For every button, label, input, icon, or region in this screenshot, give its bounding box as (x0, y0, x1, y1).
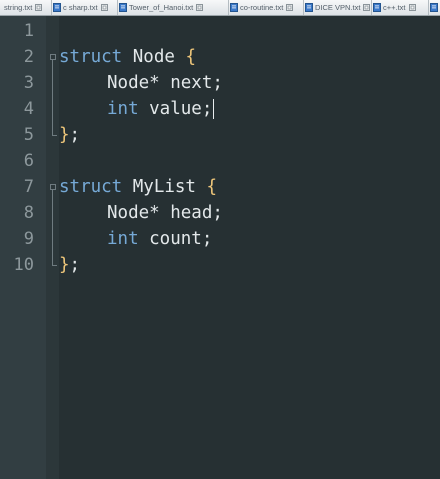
fold-toggle-icon[interactable] (50, 54, 56, 60)
tab-label: c sharp.txt (63, 3, 98, 12)
code-token: Node* head; (107, 203, 223, 223)
tab-label: Tower_of_Hanoi.txt (129, 3, 194, 12)
code-token: } (59, 125, 70, 145)
close-icon[interactable] (408, 4, 416, 11)
code-line: }; (59, 252, 80, 278)
tab-bar: string.txt c sharp.txt Tower_of_Hanoi.tx… (0, 0, 440, 16)
close-icon[interactable] (196, 4, 204, 11)
code-token: struct (59, 47, 123, 67)
line-number: 10 (13, 255, 34, 275)
fold-end-marker (52, 265, 57, 266)
tab-partial[interactable] (429, 0, 440, 15)
close-icon[interactable] (286, 4, 294, 11)
tab-string[interactable]: string.txt (0, 0, 52, 15)
code-token: value; (138, 99, 213, 119)
text-file-icon (305, 3, 313, 12)
code-token: ; (69, 125, 81, 145)
close-icon[interactable] (35, 4, 43, 11)
code-line: Node* head; (59, 200, 223, 226)
code-token: } (59, 255, 70, 275)
code-area[interactable]: struct Node { Node* next; int value;}; stru… (59, 16, 440, 479)
line-number: 7 (23, 177, 34, 197)
text-editor-window: string.txt c sharp.txt Tower_of_Hanoi.tx… (0, 0, 440, 479)
fold-toggle-icon[interactable] (50, 184, 56, 190)
text-file-icon (373, 3, 381, 12)
tab-label: DICE VPN.txt (315, 3, 361, 12)
code-token: Node* next; (107, 73, 223, 93)
code-editor[interactable]: 1 2 3 4 5 6 7 8 9 10 struct Node { Node* next; int … (0, 16, 440, 479)
tab-label: c++.txt (383, 3, 406, 12)
line-number: 3 (23, 73, 34, 93)
code-line: Node* next; (59, 70, 223, 96)
tab-label: string.txt (4, 3, 33, 12)
tab-label: co-routine.txt (240, 3, 284, 12)
code-line: int count; (59, 226, 212, 252)
code-token: { (185, 47, 196, 67)
line-number: 5 (23, 125, 34, 145)
close-icon[interactable] (100, 4, 108, 11)
fold-margin (46, 16, 59, 479)
text-file-icon (119, 3, 127, 12)
code-token: int (107, 229, 139, 249)
code-token: count; (138, 229, 213, 249)
tab-c-sharp[interactable]: c sharp.txt (52, 0, 118, 15)
line-number: 2 (23, 47, 34, 67)
code-line: }; (59, 122, 80, 148)
line-number-gutter: 1 2 3 4 5 6 7 8 9 10 (0, 16, 46, 479)
code-token: ; (69, 255, 81, 275)
line-number: 4 (23, 99, 34, 119)
fold-guide (52, 190, 53, 265)
code-line: struct Node { (59, 44, 196, 70)
text-file-icon (53, 3, 61, 12)
tab-dice-vpn[interactable]: DICE VPN.txt (304, 0, 372, 15)
text-cursor (213, 99, 214, 119)
fold-guide (52, 60, 53, 135)
code-token: MyList (122, 177, 207, 197)
tab-tower-of-hanoi[interactable]: Tower_of_Hanoi.txt (118, 0, 229, 15)
code-line: struct MyList { (59, 174, 217, 200)
code-token: Node (122, 47, 186, 67)
text-file-icon (430, 3, 438, 12)
fold-end-marker (52, 135, 57, 136)
tab-c-plus-plus[interactable]: c++.txt (372, 0, 429, 15)
line-number: 9 (23, 229, 34, 249)
text-file-icon (230, 3, 238, 12)
code-token: struct (59, 177, 123, 197)
code-line: int value; (59, 96, 212, 122)
tab-co-routine[interactable]: co-routine.txt (229, 0, 304, 15)
line-number: 8 (23, 203, 34, 223)
line-number: 1 (23, 21, 34, 41)
code-token: int (107, 99, 139, 119)
close-icon[interactable] (363, 4, 371, 11)
line-number: 6 (23, 151, 34, 171)
code-token: { (206, 177, 218, 197)
